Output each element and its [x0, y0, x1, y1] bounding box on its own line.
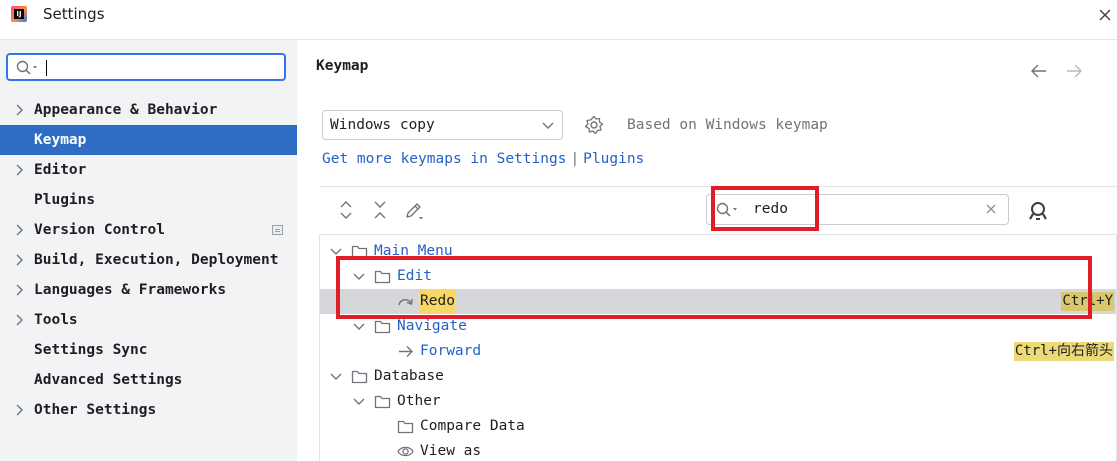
sidebar-search-input[interactable]: [6, 53, 286, 81]
folder-icon: [374, 270, 391, 284]
search-icon: [16, 60, 37, 75]
tree-row-label: Redo: [420, 289, 455, 314]
chevron-right-icon[interactable]: [14, 155, 26, 185]
search-icon: [716, 202, 737, 217]
text-caret: [46, 60, 47, 76]
tree-row-forward[interactable]: Forward Ctrl+向右箭头: [320, 339, 1116, 364]
get-more-keymaps-link[interactable]: Get more keymaps in Settings: [322, 151, 566, 167]
chevron-down-icon[interactable]: [353, 264, 365, 289]
sidebar-item-build-execution-deployment[interactable]: Build, Execution, Deployment: [0, 245, 297, 275]
tree-row-label: Other: [397, 393, 441, 409]
forward-arrow-icon[interactable]: [1065, 62, 1083, 80]
sidebar-item-keymap[interactable]: Keymap: [0, 125, 297, 155]
back-arrow-icon[interactable]: [1030, 62, 1048, 80]
sidebar-item-advanced-settings[interactable]: Advanced Settings: [0, 365, 297, 395]
folder-icon: [351, 245, 368, 259]
sidebar-item-label: Tools: [34, 312, 78, 328]
sidebar-item-other-settings[interactable]: Other Settings: [0, 395, 297, 425]
sidebar-item-label: Appearance & Behavior: [34, 102, 218, 118]
project-scope-icon: [272, 225, 283, 235]
tree-row-edit[interactable]: Edit: [320, 264, 1116, 289]
keymap-select[interactable]: Windows copy: [322, 110, 563, 140]
chevron-down-icon[interactable]: [330, 239, 342, 264]
tree-row-compare-data[interactable]: Compare Data: [320, 414, 1116, 439]
sidebar-item-label: Advanced Settings: [34, 372, 183, 388]
tree-row-label: Compare Data: [420, 418, 525, 434]
sidebar-item-settings-sync[interactable]: Settings Sync: [0, 335, 297, 365]
plugins-link[interactable]: Plugins: [583, 151, 644, 167]
find-by-shortcut-icon[interactable]: [1027, 200, 1049, 222]
clear-search-icon[interactable]: [984, 202, 998, 216]
sidebar-item-label: Editor: [34, 162, 87, 178]
sidebar-item-languages-frameworks[interactable]: Languages & Frameworks: [0, 275, 297, 305]
tree-row-navigate[interactable]: Navigate: [320, 314, 1116, 339]
chevron-right-icon[interactable]: [14, 215, 26, 245]
keymap-filter-input[interactable]: redo: [706, 194, 1009, 225]
sidebar-item-label: Build, Execution, Deployment: [34, 252, 279, 268]
tree-row-view-as[interactable]: View as: [320, 439, 1116, 461]
app-logo-icon: IJ: [11, 6, 27, 22]
tree-row-label: Navigate: [397, 318, 467, 334]
forward-arrow-icon: [399, 346, 413, 357]
based-on-text: Based on Windows keymap: [627, 117, 828, 133]
tree-row-label: Database: [374, 368, 444, 384]
chevron-down-icon: [542, 122, 554, 129]
page-title: Keymap: [316, 58, 369, 74]
keymap-select-value: Windows copy: [330, 117, 435, 133]
window-title: Settings: [43, 5, 105, 23]
tree-row-label: Forward: [420, 343, 482, 359]
chevron-down-icon[interactable]: [353, 389, 365, 414]
sidebar-item-version-control[interactable]: Version Control: [0, 215, 297, 245]
close-icon[interactable]: [1094, 4, 1116, 26]
chevron-down-icon[interactable]: [353, 314, 365, 339]
chevron-down-icon[interactable]: [330, 364, 342, 389]
expand-all-icon[interactable]: [336, 200, 356, 220]
shortcut-badge: Ctrl+Y: [1061, 292, 1114, 311]
sidebar-item-tools[interactable]: Tools: [0, 305, 297, 335]
keymap-panel: Keymap Windows copy Based on Windows key…: [297, 39, 1117, 461]
folder-icon: [397, 420, 414, 434]
sidebar-item-label: Other Settings: [34, 402, 157, 418]
link-separator: |: [570, 151, 580, 167]
tree-row-label: View as: [420, 443, 482, 459]
tree-row-other[interactable]: Other: [320, 389, 1116, 414]
tree-row-database[interactable]: Database: [320, 364, 1116, 389]
tree-row-label: Edit: [397, 268, 432, 284]
sidebar-item-plugins[interactable]: Plugins: [0, 185, 297, 215]
chevron-right-icon[interactable]: [14, 275, 26, 305]
folder-icon: [351, 370, 368, 384]
chevron-right-icon[interactable]: [14, 305, 26, 335]
sidebar-item-label: Settings Sync: [34, 342, 148, 358]
folder-icon: [374, 320, 391, 334]
filter-value: redo: [753, 201, 788, 217]
eye-icon: [397, 446, 414, 457]
tree-row-main-menu[interactable]: Main Menu: [320, 239, 1116, 264]
collapse-all-icon[interactable]: [370, 200, 390, 220]
sidebar-item-editor[interactable]: Editor: [0, 155, 297, 185]
redo-icon: [398, 298, 413, 306]
gear-icon[interactable]: [584, 115, 604, 135]
tree-row-redo[interactable]: Redo Ctrl+Y: [320, 289, 1116, 314]
shortcut-badge: Ctrl+向右箭头: [1013, 342, 1114, 361]
get-more-keymaps: Get more keymaps in Settings | Plugins: [322, 151, 644, 167]
keymap-action-tree: Main Menu Edit Redo Ctrl+Y Navigate Forward Ct…: [319, 234, 1117, 461]
title-bar: IJ Settings: [0, 0, 1117, 30]
tree-row-label: Main Menu: [374, 243, 453, 259]
chevron-right-icon[interactable]: [14, 245, 26, 275]
sidebar-item-label: Version Control: [34, 222, 165, 238]
app-logo-text: IJ: [14, 9, 24, 19]
folder-icon: [374, 395, 391, 409]
edit-pencil-icon[interactable]: [404, 200, 424, 220]
sidebar-item-label: Plugins: [34, 192, 96, 208]
sidebar-item-label: Keymap: [34, 132, 87, 148]
chevron-right-icon[interactable]: [14, 95, 26, 125]
settings-sidebar: Appearance & Behavior Keymap Editor Plugins…: [0, 39, 297, 461]
chevron-right-icon[interactable]: [14, 395, 26, 425]
sidebar-item-appearance-behavior[interactable]: Appearance & Behavior: [0, 95, 297, 125]
sidebar-item-label: Languages & Frameworks: [34, 282, 227, 298]
